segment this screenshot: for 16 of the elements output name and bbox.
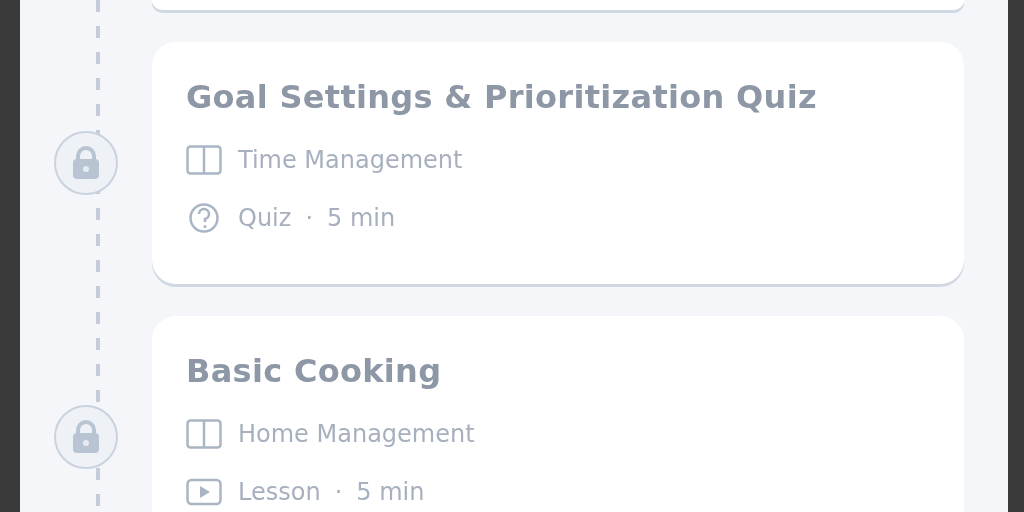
separator: · (334, 478, 343, 506)
card-title: Goal Settings & Prioritization Quiz (186, 78, 818, 116)
card-title: Basic Cooking (186, 352, 443, 390)
book-icon (186, 145, 222, 175)
category-label: Home Management (238, 420, 475, 448)
book-icon (186, 419, 222, 449)
lesson-card[interactable]: Goal Settings & Prioritization Quiz Time Management Quiz · 5 min (152, 42, 964, 284)
question-icon (186, 202, 222, 234)
category-label: Time Management (238, 146, 463, 174)
duration-label: 5 min (327, 204, 396, 232)
lesson-card[interactable]: Basic Cooking Home Management Lesson · 5 min (152, 316, 964, 512)
duration-label: 5 min (356, 478, 425, 506)
play-icon (186, 477, 222, 507)
separator: · (305, 204, 313, 232)
type-label: Quiz (238, 204, 292, 232)
type-label: Lesson (238, 478, 321, 506)
